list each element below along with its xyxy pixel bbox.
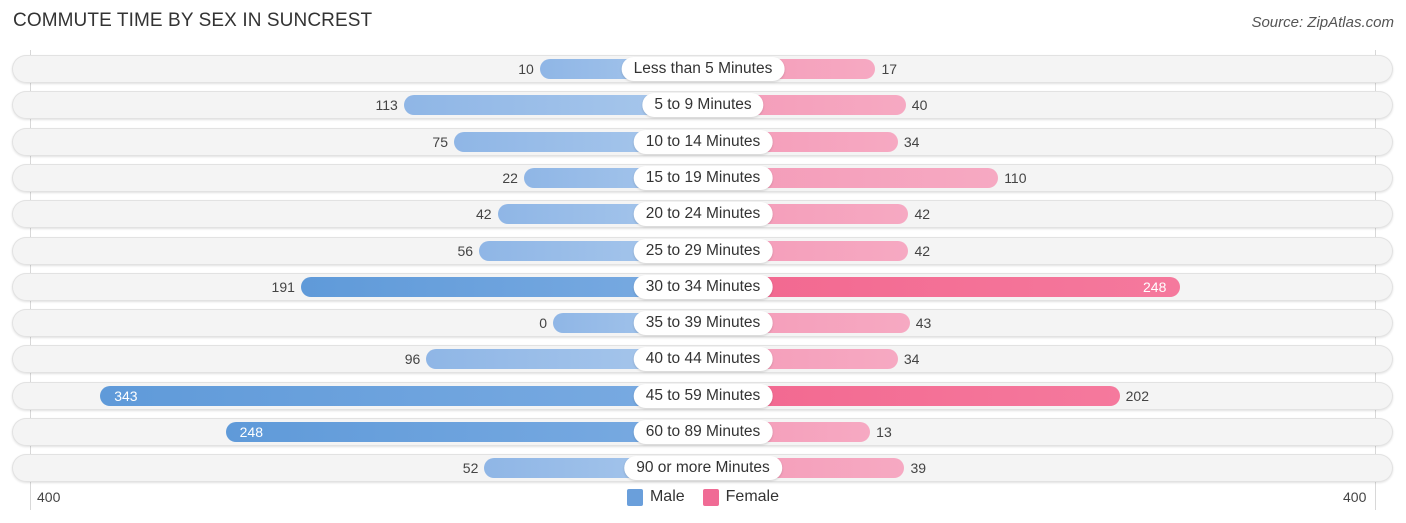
value-label-male: 52: [462, 460, 479, 477]
value-label-male: 191: [271, 278, 295, 295]
chart-row: 0 43 35 to 39 Minutes: [12, 309, 1393, 338]
legend-item-male[interactable]: Male: [626, 488, 685, 506]
value-label-female: 248: [1143, 278, 1167, 295]
chart-row: 75 34 10 to 14 Minutes: [12, 127, 1393, 156]
value-label-female: 42: [914, 206, 931, 223]
chart-row: 22 110 15 to 19 Minutes: [12, 163, 1393, 192]
category-label: 45 to 59 Minutes: [633, 383, 773, 408]
value-label-female: 110: [1004, 169, 1027, 186]
category-label: 15 to 19 Minutes: [633, 165, 773, 190]
chart-row: 96 34 40 to 44 Minutes: [12, 345, 1393, 374]
value-label-male: 56: [457, 242, 474, 259]
category-label: 60 to 89 Minutes: [633, 420, 773, 444]
bar-male[interactable]: [100, 385, 703, 406]
value-label-male: 22: [502, 169, 518, 186]
value-label-female: 40: [911, 97, 928, 114]
value-label-female: 34: [903, 351, 920, 368]
category-label: 10 to 14 Minutes: [633, 129, 773, 154]
source-credit: Source: ZipAtlas.com: [1251, 14, 1394, 31]
legend-label-male: Male: [649, 488, 685, 505]
legend: Male Female: [0, 488, 1406, 506]
category-label: 40 to 44 Minutes: [633, 347, 773, 372]
value-label-female: 39: [910, 460, 927, 477]
value-label-male: 343: [114, 387, 138, 404]
legend-swatch-male: [626, 488, 643, 506]
value-label-female: 17: [881, 61, 898, 77]
category-label: 35 to 39 Minutes: [633, 311, 773, 336]
value-label-female: 42: [914, 242, 931, 259]
category-label: 90 or more Minutes: [624, 456, 782, 481]
chart-row: 56 42 25 to 29 Minutes: [12, 236, 1393, 265]
chart-row: 113 40 5 to 9 Minutes: [12, 91, 1393, 120]
category-label: 25 to 29 Minutes: [633, 238, 773, 263]
chart-row: 248 13 60 to 89 Minutes: [12, 418, 1393, 446]
value-label-male: 0: [539, 315, 547, 332]
value-label-male: 75: [432, 133, 448, 150]
value-label-female: 43: [915, 315, 932, 332]
category-label: Less than 5 Minutes: [621, 57, 785, 81]
value-label-male: 248: [239, 424, 263, 440]
value-label-male: 96: [404, 351, 421, 368]
value-label-female: 34: [903, 133, 920, 150]
chart-title: COMMUTE TIME BY SEX IN SUNCREST: [13, 10, 373, 31]
category-label: 5 to 9 Minutes: [642, 93, 764, 118]
chart-row: 191 248 30 to 34 Minutes: [12, 272, 1393, 301]
chart-row: 42 42 20 to 24 Minutes: [12, 200, 1393, 229]
chart-row: 343 202 45 to 59 Minutes: [12, 381, 1393, 410]
legend-label-female: Female: [725, 488, 780, 505]
value-label-male: 10: [518, 61, 534, 77]
category-label: 20 to 24 Minutes: [633, 202, 773, 227]
bar-male[interactable]: [225, 422, 703, 442]
category-label: 30 to 34 Minutes: [633, 274, 773, 299]
value-label-female: 13: [876, 424, 892, 440]
value-label-female: 202: [1125, 387, 1149, 404]
value-label-male: 42: [475, 206, 492, 223]
legend-item-female[interactable]: Female: [702, 488, 780, 506]
bar-female[interactable]: [703, 276, 1181, 297]
value-label-male: 113: [375, 97, 398, 114]
chart-row: 10 17 Less than 5 Minutes: [12, 55, 1393, 83]
chart-row: 52 39 90 or more Minutes: [12, 454, 1393, 483]
legend-swatch-female: [702, 488, 719, 506]
